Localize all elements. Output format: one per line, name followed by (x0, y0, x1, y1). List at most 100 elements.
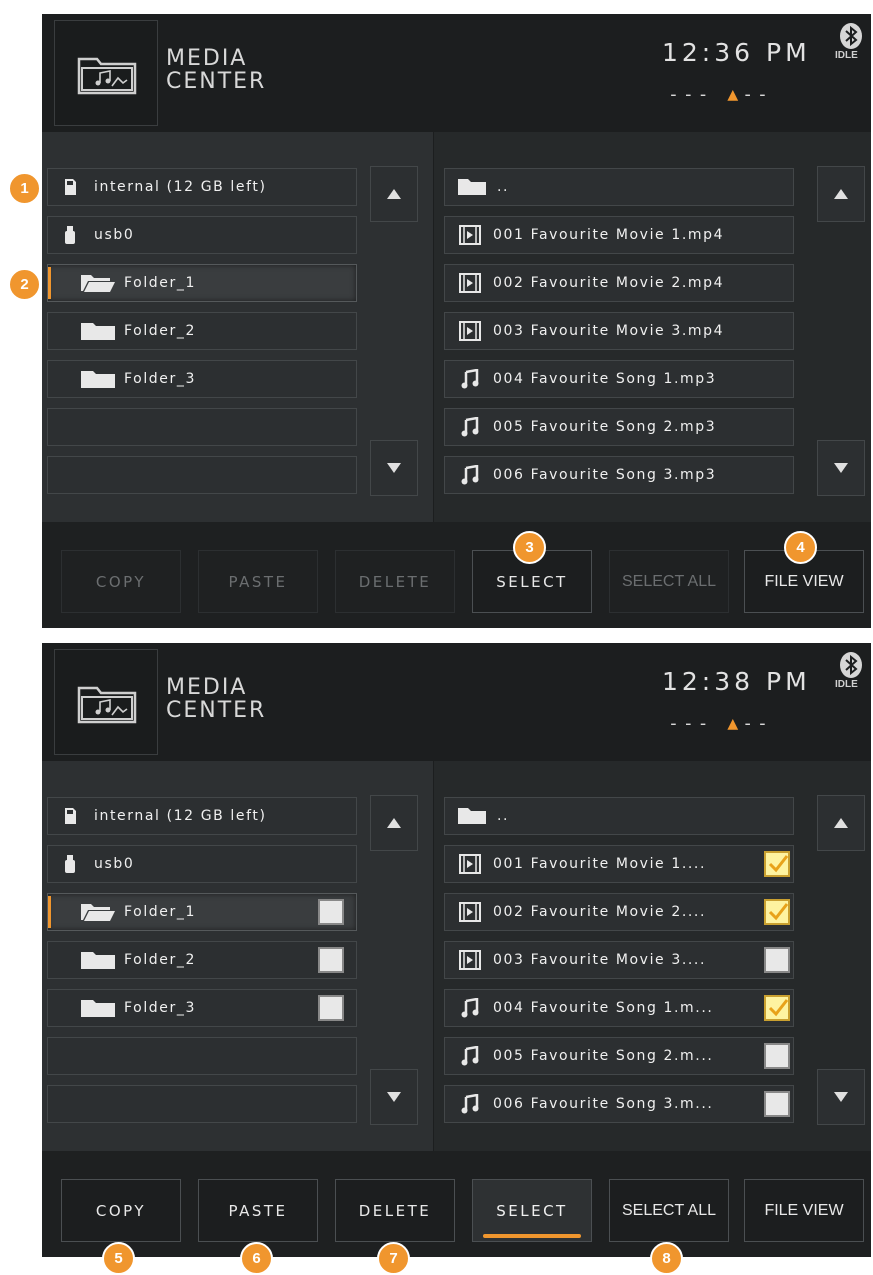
file-item-song-1[interactable]: 004 Favourite Song 1.m... (444, 989, 794, 1027)
select-checkbox[interactable] (764, 1091, 790, 1117)
delete-button[interactable]: DELETE (335, 550, 455, 613)
right-scroll-down-button[interactable] (817, 1069, 865, 1125)
folder-item-folder-1[interactable]: Folder_1 (47, 264, 357, 302)
arrow-up-icon (387, 189, 401, 199)
file-item-song-3[interactable]: 006 Favourite Song 3.m... (444, 1085, 794, 1123)
arrow-up-icon (834, 189, 848, 199)
file-item-parent[interactable]: .. (444, 168, 794, 206)
file-item-parent[interactable]: .. (444, 797, 794, 835)
active-indicator (483, 1234, 581, 1238)
callout-badge: 5 (102, 1242, 135, 1275)
app-logo (54, 20, 158, 126)
empty-slot (47, 1085, 357, 1123)
select-checkbox-checked[interactable] (764, 995, 790, 1021)
usb-icon (65, 855, 75, 873)
bluetooth-status: IDLE (835, 679, 858, 690)
sd-card-icon (65, 179, 76, 195)
callout-badge: 3 (513, 531, 546, 564)
right-scroll-up-button[interactable] (817, 166, 865, 222)
select-checkbox[interactable] (764, 947, 790, 973)
sd-card-icon (65, 808, 76, 824)
file-list-pane: .. 001 Favourite Movie 1.... 002 Favouri… (433, 761, 871, 1151)
video-icon (459, 225, 481, 245)
left-scroll-down-button[interactable] (370, 440, 418, 496)
file-view-button[interactable]: FILE VIEW (744, 1179, 864, 1242)
bluetooth-icon (840, 23, 862, 49)
right-scroll-up-button[interactable] (817, 795, 865, 851)
media-center-screen-2: MEDIA CENTER 12:38 PM IDLE --- ▲-- inter… (42, 643, 871, 1257)
bluetooth-status: IDLE (835, 50, 858, 61)
copy-button[interactable]: COPY (61, 550, 181, 613)
select-checkbox-checked[interactable] (764, 899, 790, 925)
callout-badge: 6 (240, 1242, 273, 1275)
file-item-song-1[interactable]: 004 Favourite Song 1.mp3 (444, 360, 794, 398)
file-item-movie-2[interactable]: 002 Favourite Movie 2.mp4 (444, 264, 794, 302)
callout-badge: 1 (8, 172, 41, 205)
callout-badge: 4 (784, 531, 817, 564)
folder-item-folder-2[interactable]: Folder_2 (47, 941, 357, 979)
storage-item-usb0[interactable]: usb0 (47, 216, 357, 254)
file-item-movie-1[interactable]: 001 Favourite Movie 1.... (444, 845, 794, 883)
signal-indicator: --- ▲-- (668, 713, 772, 734)
select-checkbox[interactable] (318, 947, 344, 973)
select-checkbox-checked[interactable] (764, 851, 790, 877)
media-folder-icon (77, 686, 137, 724)
storage-item-internal[interactable]: internal (12 GB left) (47, 168, 357, 206)
file-item-movie-1[interactable]: 001 Favourite Movie 1.mp4 (444, 216, 794, 254)
select-checkbox[interactable] (764, 1043, 790, 1069)
arrow-down-icon (387, 463, 401, 473)
paste-button[interactable]: PASTE (198, 1179, 318, 1242)
delete-button[interactable]: DELETE (335, 1179, 455, 1242)
folder-item-folder-3[interactable]: Folder_3 (47, 360, 357, 398)
select-all-button[interactable]: SELECT ALL (609, 550, 729, 613)
folder-item-folder-3[interactable]: Folder_3 (47, 989, 357, 1027)
storage-item-usb0[interactable]: usb0 (47, 845, 357, 883)
right-scroll-down-button[interactable] (817, 440, 865, 496)
media-folder-icon (77, 57, 137, 95)
signal-arrow-icon: ▲ (727, 84, 743, 105)
select-all-button[interactable]: SELECT ALL (609, 1179, 729, 1242)
music-icon (461, 465, 479, 485)
checkmark-icon (768, 855, 788, 873)
checkmark-icon (768, 903, 788, 921)
folder-icon (81, 371, 115, 388)
arrow-down-icon (834, 463, 848, 473)
file-item-movie-3[interactable]: 003 Favourite Movie 3.mp4 (444, 312, 794, 350)
storage-pane: internal (12 GB left) usb0 Folder_1 Fold… (42, 132, 433, 522)
callout-badge: 2 (8, 268, 41, 301)
folder-icon (458, 179, 486, 195)
left-scroll-down-button[interactable] (370, 1069, 418, 1125)
folder-item-folder-1[interactable]: Folder_1 (47, 893, 357, 931)
video-icon (459, 950, 481, 970)
folder-item-folder-2[interactable]: Folder_2 (47, 312, 357, 350)
empty-slot (47, 456, 357, 494)
selection-indicator (48, 896, 51, 928)
file-item-song-2[interactable]: 005 Favourite Song 2.m... (444, 1037, 794, 1075)
media-center-screen-1: MEDIA CENTER 12:36 PM IDLE --- ▲-- inter… (42, 14, 871, 628)
storage-pane: internal (12 GB left) usb0 Folder_1 Fold… (42, 761, 433, 1151)
left-scroll-up-button[interactable] (370, 166, 418, 222)
folder-icon (81, 952, 115, 969)
callout-badge: 8 (650, 1242, 683, 1275)
app-logo (54, 649, 158, 755)
file-item-movie-2[interactable]: 002 Favourite Movie 2.... (444, 893, 794, 931)
file-item-song-2[interactable]: 005 Favourite Song 2.mp3 (444, 408, 794, 446)
paste-button[interactable]: PASTE (198, 550, 318, 613)
action-bar: COPY PASTE DELETE SELECT SELECT ALL FILE… (42, 1151, 871, 1257)
select-button[interactable]: SELECT (472, 1179, 592, 1242)
select-checkbox[interactable] (318, 995, 344, 1021)
app-title: MEDIA CENTER (166, 46, 267, 94)
left-scroll-up-button[interactable] (370, 795, 418, 851)
bluetooth-icon (840, 652, 862, 678)
file-item-movie-3[interactable]: 003 Favourite Movie 3.... (444, 941, 794, 979)
select-checkbox[interactable] (318, 899, 344, 925)
header: MEDIA CENTER 12:36 PM IDLE --- ▲-- (42, 14, 871, 132)
signal-indicator: --- ▲-- (668, 84, 772, 105)
storage-item-internal[interactable]: internal (12 GB left) (47, 797, 357, 835)
arrow-down-icon (834, 1092, 848, 1102)
file-item-song-3[interactable]: 006 Favourite Song 3.mp3 (444, 456, 794, 494)
clock: 12:38 PM (662, 667, 811, 696)
copy-button[interactable]: COPY (61, 1179, 181, 1242)
video-icon (459, 321, 481, 341)
app-title: MEDIA CENTER (166, 675, 267, 723)
